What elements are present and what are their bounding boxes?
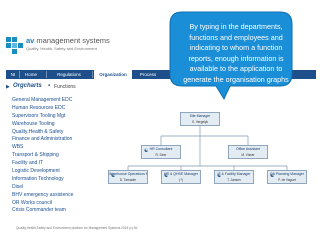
orgchart-node-hr-consultant[interactable]: ☯ HR Consultant R. Deer: [141, 145, 181, 159]
orgchart-node-hr-qhse-manager[interactable]: ☯ HR & QHSE Manager (?): [161, 170, 201, 184]
orgchart-node-office-assistant[interactable]: Office Assistant M. Visser: [228, 145, 268, 159]
orgchart-node-site-manager[interactable]: Site Manager S. Vergelyk: [180, 112, 220, 126]
orgchart-node-qa-planning-manager[interactable]: ☯ QA Planning Manager P. de Vaguet: [267, 170, 307, 184]
info-callout: By typing in the departments, functions …: [168, 8, 294, 101]
orgchart-node-warehouse-operations[interactable]: ☯ Warehouse Operations Manager D. Tamade…: [108, 170, 148, 184]
callout-text: By typing in the departments, functions …: [183, 22, 289, 84]
orgchart-node-it-facility-manager[interactable]: ☯ IT & Facility Manager T. Jansen: [214, 170, 254, 184]
footer-text: Quality,Health,Safety and Environment pl…: [16, 226, 138, 230]
